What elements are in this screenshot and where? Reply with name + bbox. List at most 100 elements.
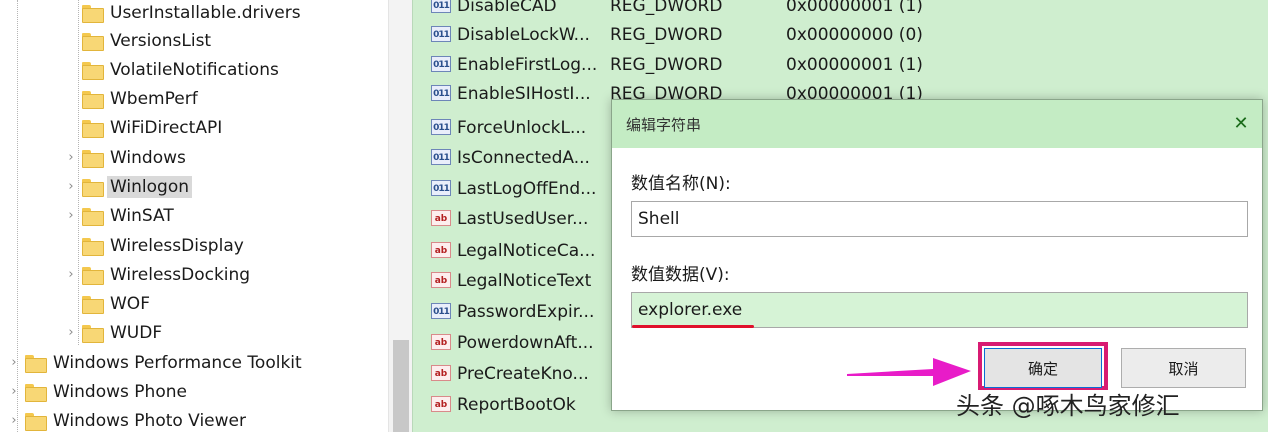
value-name: EnableSIHostI... <box>457 83 591 104</box>
value-data-field[interactable] <box>631 292 1248 328</box>
tree-item[interactable]: WOF <box>64 289 150 318</box>
value-type: REG_DWORD <box>610 0 723 16</box>
string-value-icon: ab <box>431 365 451 381</box>
expand-chevron-icon[interactable]: › <box>7 384 21 399</box>
value-name: LastLogOffEnd... <box>457 178 597 199</box>
value-data: 0x00000001 (1) <box>786 0 923 16</box>
string-value-icon: ab <box>431 242 451 258</box>
tree-item-label: Windows Photo Viewer <box>53 410 246 431</box>
folder-icon <box>25 383 47 402</box>
folder-icon <box>82 61 104 80</box>
binary-value-icon: 011 <box>431 56 451 72</box>
expand-chevron-icon[interactable]: › <box>64 179 78 194</box>
value-row[interactable]: 011 EnableFirstLog... REG_DWORD 0x000000… <box>413 50 1268 79</box>
folder-icon <box>25 412 47 431</box>
value-name: EnableFirstLog... <box>457 54 598 75</box>
value-row[interactable]: 011 DisableCAD REG_DWORD 0x00000001 (1) <box>413 0 1268 20</box>
tree-item[interactable]: › WinSAT <box>64 201 174 230</box>
tree-item-label: Windows Phone <box>53 381 187 402</box>
tree-item[interactable]: VolatileNotifications <box>64 55 279 84</box>
value-name: PasswordExpir... <box>457 301 595 322</box>
value-name: LegalNoticeCa... <box>457 240 596 261</box>
folder-icon <box>82 295 104 314</box>
value-type: REG_DWORD <box>610 24 723 45</box>
dialog-titlebar[interactable]: 编辑字符串 ✕ <box>612 100 1262 148</box>
folder-icon <box>82 324 104 343</box>
value-name: DisableCAD <box>457 0 557 16</box>
tree-item-label: VolatileNotifications <box>110 59 279 80</box>
tree-item[interactable]: › Windows Phone <box>7 377 187 406</box>
tree-item-label: UserInstallable.drivers <box>110 2 301 23</box>
expand-chevron-icon[interactable]: › <box>64 267 78 282</box>
tree-item-label: WOF <box>110 293 150 314</box>
string-value-icon: ab <box>431 272 451 288</box>
value-name: LastUsedUser... <box>457 208 589 229</box>
value-row[interactable]: 011 DisableLockW... REG_DWORD 0x00000000… <box>413 20 1268 49</box>
registry-tree-pane: UserInstallable.drivers VersionsList Vol… <box>0 0 412 432</box>
value-type: REG_DWORD <box>610 54 723 75</box>
tree-item[interactable]: › WirelessDocking <box>64 260 250 289</box>
annotation-underline <box>632 325 754 328</box>
ok-button[interactable]: 确定 <box>984 348 1102 388</box>
expand-chevron-icon[interactable]: › <box>7 413 21 428</box>
value-name-label: 数值名称(N): <box>631 174 731 194</box>
value-data-label: 数值数据(V): <box>631 265 730 285</box>
value-name: LegalNoticeText <box>457 270 592 291</box>
binary-value-icon: 011 <box>431 85 451 101</box>
tree-scrollbar[interactable] <box>388 0 412 432</box>
folder-icon <box>82 90 104 109</box>
tree-item[interactable]: › Windows Photo Viewer <box>7 406 246 432</box>
tree-item[interactable]: WiFiDirectAPI <box>64 113 222 142</box>
expand-chevron-icon[interactable]: › <box>64 150 78 165</box>
binary-value-icon: 011 <box>431 149 451 165</box>
folder-icon <box>82 207 104 226</box>
value-name: ForceUnlockL... <box>457 117 587 138</box>
dialog-title: 编辑字符串 <box>626 116 702 134</box>
tree-item-label: WirelessDisplay <box>110 235 244 256</box>
folder-icon <box>82 237 104 256</box>
binary-value-icon: 011 <box>431 303 451 319</box>
tree-item[interactable]: WirelessDisplay <box>64 231 244 260</box>
tree-item[interactable]: UserInstallable.drivers <box>64 0 301 27</box>
expand-chevron-icon[interactable]: › <box>64 325 78 340</box>
folder-icon <box>82 4 104 23</box>
value-name: PreCreateKno... <box>457 363 589 384</box>
tree-item[interactable]: WbemPerf <box>64 84 198 113</box>
folder-icon <box>82 266 104 285</box>
folder-icon <box>82 32 104 51</box>
binary-value-icon: 011 <box>431 0 451 13</box>
string-value-icon: ab <box>431 334 451 350</box>
value-name: IsConnectedA... <box>457 147 590 168</box>
close-icon[interactable]: ✕ <box>1226 110 1256 138</box>
cancel-button[interactable]: 取消 <box>1121 348 1246 388</box>
value-name-field[interactable] <box>631 201 1248 237</box>
tree-item[interactable]: VersionsList <box>64 26 211 55</box>
tree-item-label: VersionsList <box>110 30 212 51</box>
folder-icon <box>82 149 104 168</box>
tree-item-label: WirelessDocking <box>110 264 251 285</box>
expand-chevron-icon[interactable]: › <box>7 355 21 370</box>
string-value-icon: ab <box>431 210 451 226</box>
value-name: DisableLockW... <box>457 24 590 45</box>
value-data: 0x00000001 (1) <box>786 54 923 75</box>
tree-item[interactable]: › Windows <box>64 143 186 172</box>
tree-item-label: WbemPerf <box>110 88 198 109</box>
folder-icon <box>82 178 104 197</box>
binary-value-icon: 011 <box>431 180 451 196</box>
tree-item-label: Windows Performance Toolkit <box>53 352 302 373</box>
tree-item-label: WiFiDirectAPI <box>110 117 223 138</box>
tree-item-label: Windows <box>110 147 186 168</box>
tree-item[interactable]: › WUDF <box>64 318 162 347</box>
tree-scrollbar-thumb[interactable] <box>393 340 409 432</box>
tree-item[interactable]: › Windows Performance Toolkit <box>7 348 302 377</box>
string-value-icon: ab <box>431 396 451 412</box>
binary-value-icon: 011 <box>431 26 451 42</box>
expand-chevron-icon[interactable]: › <box>64 208 78 223</box>
watermark: 头条 @啄木鸟家修汇 <box>956 392 1180 420</box>
folder-icon <box>82 119 104 138</box>
value-data: 0x00000000 (0) <box>786 24 923 45</box>
value-name: PowerdownAft... <box>457 332 594 353</box>
tree-item-selected[interactable]: › Winlogon <box>64 172 193 201</box>
tree-item-label: WUDF <box>110 322 163 343</box>
value-name: ReportBootOk <box>457 394 576 415</box>
